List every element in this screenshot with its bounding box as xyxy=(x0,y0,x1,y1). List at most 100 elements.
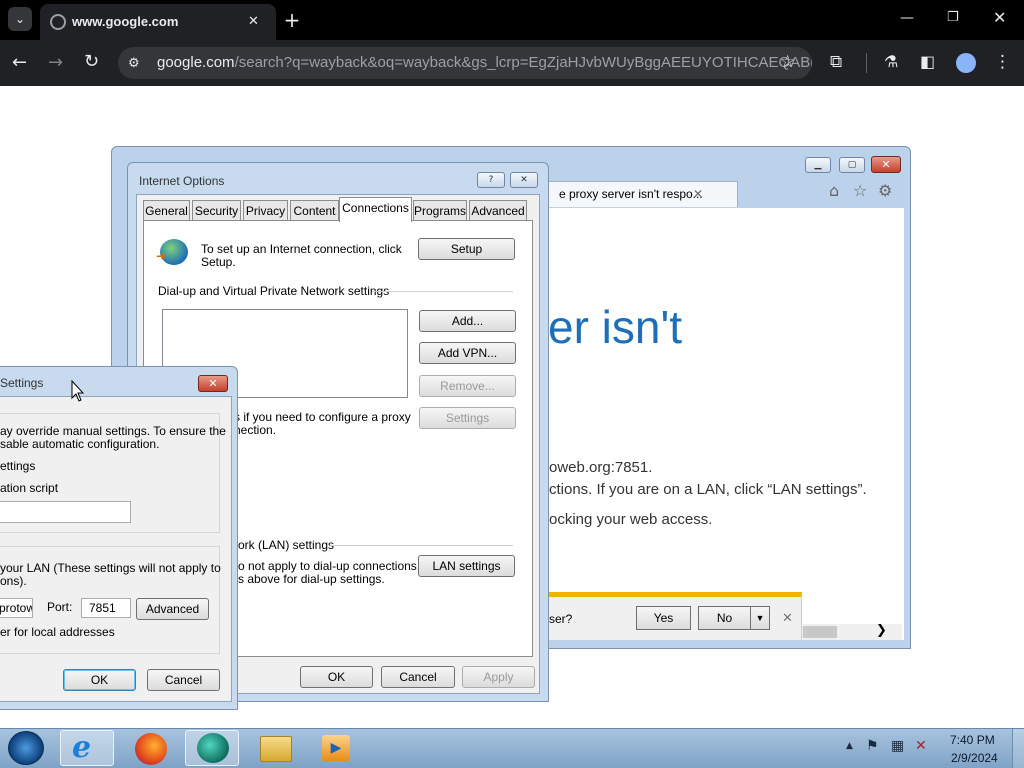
add-vpn-button[interactable]: Add VPN... xyxy=(419,342,516,364)
chrome-menu-icon[interactable]: ⋮ xyxy=(994,52,1011,72)
lan-dialog-close-button[interactable]: ✕ xyxy=(198,375,228,392)
file-explorer-icon[interactable] xyxy=(260,736,292,762)
bypass-local-label: er for local addresses xyxy=(0,625,115,639)
arrow-icon: ➜ xyxy=(156,249,167,263)
reload-icon[interactable]: ↻ xyxy=(84,51,99,72)
url-domain: google.com xyxy=(157,54,235,71)
tab-title: www.google.com xyxy=(72,14,179,29)
ie-error-line-3: ocking your web access. xyxy=(549,511,713,528)
script-address-input[interactable] xyxy=(0,501,131,523)
ie-tab-close-icon[interactable]: ✕ xyxy=(693,182,703,207)
clock-date[interactable]: 2/9/2024 xyxy=(951,752,998,765)
side-panel-icon[interactable]: ◧ xyxy=(920,52,935,71)
favorites-star-icon[interactable]: ☆ xyxy=(853,181,867,200)
bookmark-star-icon[interactable]: ☆ xyxy=(780,52,795,72)
ie-error-heading: er isn't xyxy=(548,301,683,353)
globe-icon xyxy=(50,14,66,30)
site-info-icon[interactable]: ⚙ xyxy=(128,55,140,71)
address-bar[interactable]: ⚙ google.com/search?q=wayback&oq=wayback… xyxy=(118,47,812,79)
browser-tab[interactable]: www.google.com ✕ xyxy=(40,4,276,40)
restore-icon[interactable]: ❐ xyxy=(947,10,959,25)
add-button[interactable]: Add... xyxy=(419,310,516,332)
edge-browser-icon xyxy=(197,733,229,763)
cancel-button[interactable]: Cancel xyxy=(381,666,455,688)
proxy-server-text-2: ons). xyxy=(0,574,27,588)
extensions-icon[interactable]: ⧉ xyxy=(830,52,842,72)
tab-advanced[interactable]: Advanced xyxy=(469,200,527,221)
auto-script-label: ation script xyxy=(0,481,59,495)
forward-arrow-icon[interactable]: → xyxy=(48,52,63,73)
ie-maximize-button[interactable]: ▢ xyxy=(839,157,865,173)
dialog-close-button[interactable]: ✕ xyxy=(510,172,538,188)
volume-muted-icon[interactable]: ✕ xyxy=(915,738,927,754)
scrollbar-thumb[interactable] xyxy=(803,626,837,638)
mouse-cursor-icon xyxy=(71,380,85,402)
tools-gear-icon[interactable]: ⚙ xyxy=(878,181,892,200)
lan-cancel-button[interactable]: Cancel xyxy=(147,669,220,691)
ie-close-button[interactable]: ✕ xyxy=(871,156,901,173)
url-text: google.com/search?q=wayback&oq=wayback&g… xyxy=(157,54,812,71)
remove-button[interactable]: Remove... xyxy=(419,375,516,397)
ie-error-line-2: ctions. If you are on a LAN, click “LAN … xyxy=(549,481,867,498)
auto-detect-label: ettings xyxy=(0,459,36,473)
tab-connections[interactable]: Connections xyxy=(339,197,412,222)
tab-close-icon[interactable]: ✕ xyxy=(248,13,259,29)
ie-page-content xyxy=(548,208,904,640)
minimize-icon[interactable]: — xyxy=(900,10,914,26)
firefox-icon[interactable] xyxy=(135,733,167,765)
notification-text: ser? xyxy=(549,612,573,626)
lan-settings-button[interactable]: LAN settings xyxy=(418,555,515,577)
tab-security[interactable]: Security xyxy=(192,200,241,221)
tab-privacy[interactable]: Privacy xyxy=(243,200,288,221)
ie-minimize-button[interactable]: ▁ xyxy=(805,157,831,173)
profile-avatar-icon[interactable] xyxy=(956,53,976,73)
notification-dropdown-icon[interactable]: ▼ xyxy=(750,606,770,630)
tab-search-icon[interactable]: ⌄ xyxy=(8,7,32,31)
show-hidden-icons[interactable]: ▲ xyxy=(846,741,853,751)
settings-button[interactable]: Settings xyxy=(419,407,516,429)
ie-icon: e xyxy=(72,730,92,765)
separator xyxy=(372,291,513,292)
proxy-help-text-2: nection. xyxy=(234,423,277,437)
back-arrow-icon[interactable]: ← xyxy=(12,52,27,73)
ie-tab[interactable]: e proxy server isn't respo... ✕ xyxy=(548,181,738,207)
tab-programs[interactable]: Programs xyxy=(413,200,467,221)
setup-text: To set up an Internet connection, click … xyxy=(201,242,402,269)
separator xyxy=(330,545,513,546)
ok-button[interactable]: OK xyxy=(300,666,373,688)
help-button[interactable]: ? xyxy=(477,172,505,188)
internet-options-title: Internet Options xyxy=(139,174,225,188)
dialup-vpn-heading: Dial-up and Virtual Private Network sett… xyxy=(158,284,390,298)
ie-error-line-1: oweb.org:7851. xyxy=(549,459,653,476)
port-label: Port: xyxy=(47,600,73,614)
network-icon[interactable]: ▦ xyxy=(891,738,904,754)
ie-tab-title: e proxy server isn't respo... xyxy=(559,187,703,201)
proxy-address-input[interactable]: protow xyxy=(0,598,33,618)
auto-config-text-2: sable automatic configuration. xyxy=(0,437,160,451)
start-button-icon[interactable] xyxy=(8,731,44,765)
action-center-flag-icon[interactable]: ⚑ xyxy=(866,738,879,754)
setup-button[interactable]: Setup xyxy=(418,238,515,260)
port-input[interactable]: 7851 xyxy=(81,598,131,618)
notification-yes-button[interactable]: Yes xyxy=(636,606,691,630)
home-icon[interactable]: ⌂ xyxy=(829,181,839,200)
url-path: /search?q=wayback&oq=wayback&gs_lcrp=EgZ… xyxy=(234,54,812,71)
tab-general[interactable]: General xyxy=(143,200,190,221)
proxy-server-text-1: your LAN (These settings will not apply … xyxy=(0,561,221,575)
labs-flask-icon[interactable]: ⚗ xyxy=(884,52,898,71)
lan-ok-button[interactable]: OK xyxy=(63,669,136,691)
lan-dialog-title: Settings xyxy=(0,376,44,390)
apply-button[interactable]: Apply xyxy=(462,666,535,688)
show-desktop-button[interactable] xyxy=(1012,729,1024,768)
media-player-icon[interactable]: ▶ xyxy=(322,735,350,761)
clock-time[interactable]: 7:40 PM xyxy=(950,734,995,747)
window-close-icon[interactable]: ✕ xyxy=(993,8,1006,27)
scroll-right-icon[interactable]: ❯ xyxy=(876,623,887,638)
notification-no-button[interactable]: No xyxy=(698,606,751,630)
tab-content[interactable]: Content xyxy=(290,200,339,221)
notification-close-icon[interactable]: ✕ xyxy=(782,611,793,626)
lan-text-2: s above for dial-up settings. xyxy=(238,572,385,586)
lan-heading: ork (LAN) settings xyxy=(238,538,335,552)
new-tab-button[interactable]: + xyxy=(282,8,302,32)
advanced-button[interactable]: Advanced xyxy=(136,598,209,620)
